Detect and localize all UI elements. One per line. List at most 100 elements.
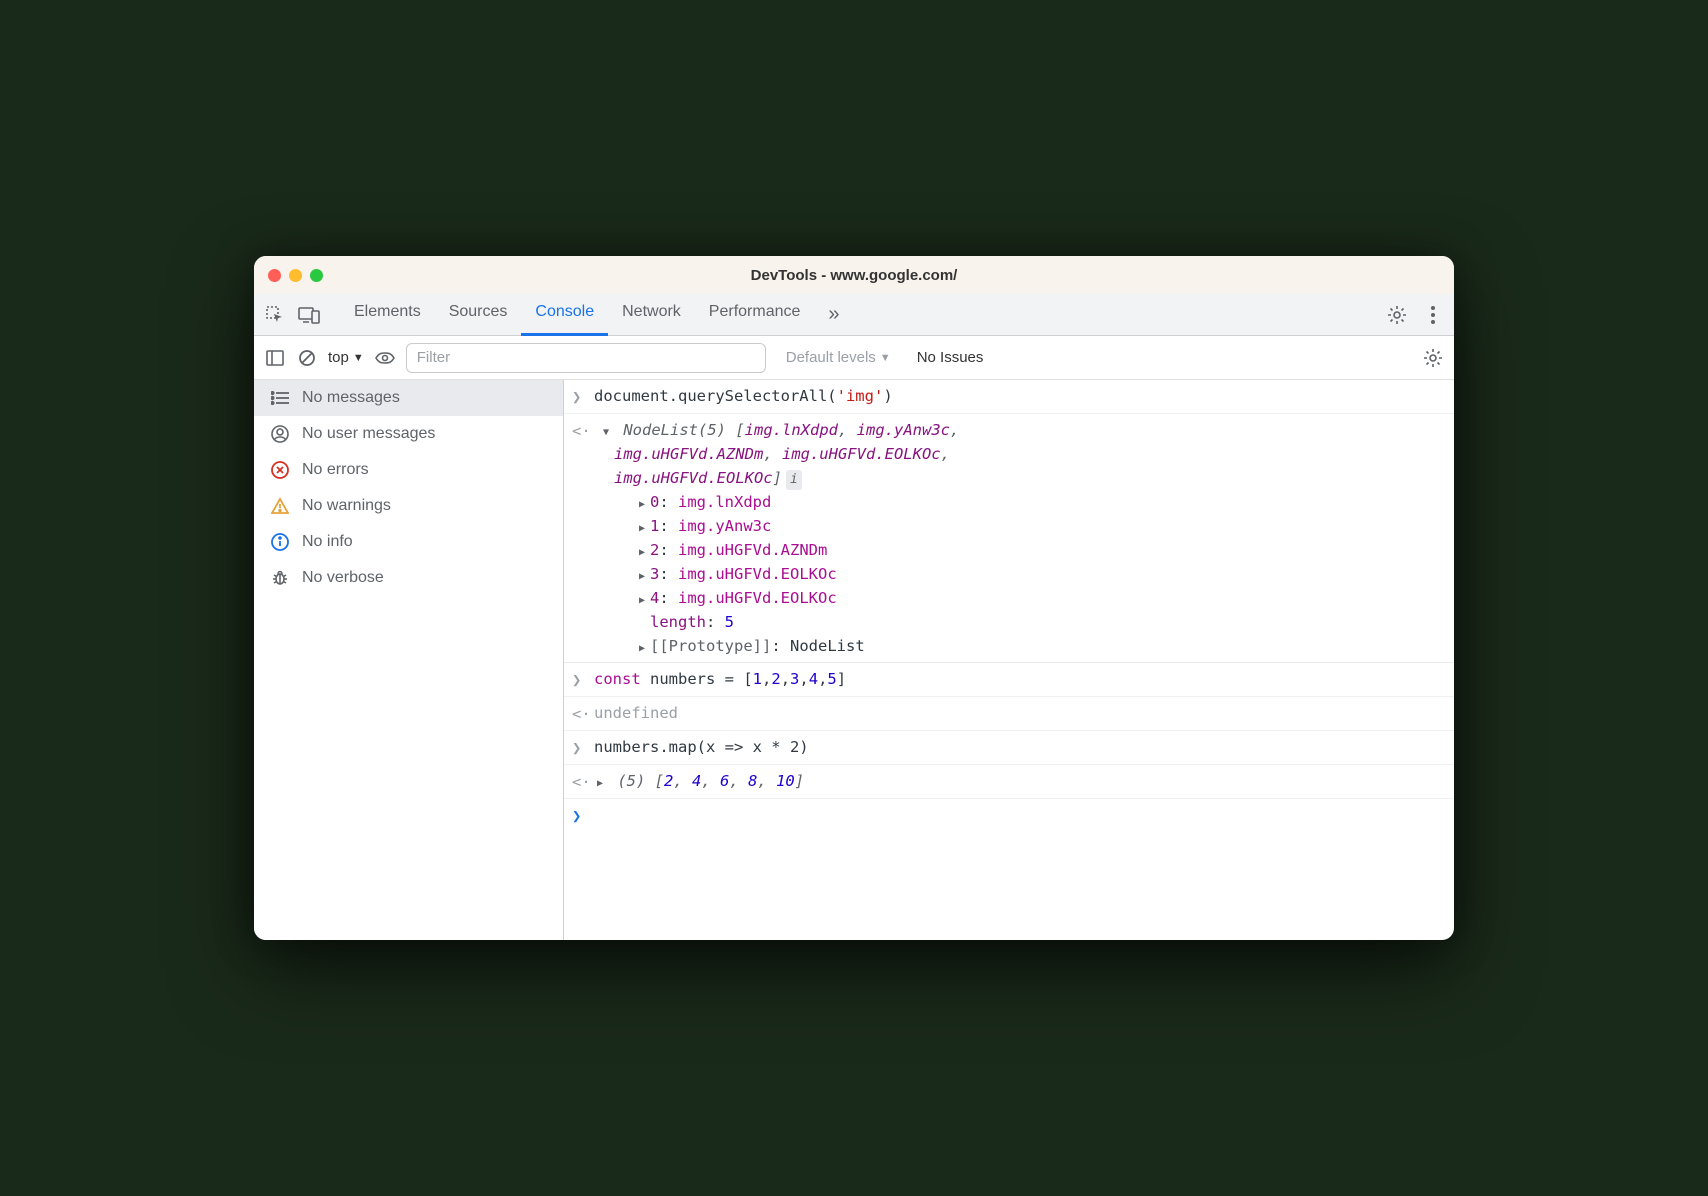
code-token: 2 (771, 670, 780, 688)
context-selector[interactable]: top ▼ (328, 349, 364, 366)
console-settings-icon[interactable] (1422, 347, 1444, 369)
panel-tabs: Elements Sources Console Network Perform… (340, 293, 854, 336)
code-token: 'img' (837, 387, 884, 405)
sidebar-user-messages[interactable]: No user messages (254, 416, 563, 452)
entry-index: 1 (650, 517, 659, 535)
more-tabs-button[interactable]: » (814, 293, 853, 336)
clear-console-icon[interactable] (296, 347, 318, 369)
nodelist-entry[interactable]: 2: img.uHGFVd.AZNDm (636, 538, 1454, 562)
nodelist-label: NodeList(5) (623, 421, 726, 439)
console-result-row[interactable]: <· NodeList(5) [img.lnXdpd, img.yAnw3c, … (564, 414, 1454, 663)
sidebar-warnings[interactable]: No warnings (254, 488, 563, 524)
sidebar-info[interactable]: No info (254, 524, 563, 560)
warning-icon (270, 496, 290, 516)
prompt-chevron-icon: ❯ (572, 803, 594, 828)
tab-sources[interactable]: Sources (435, 293, 522, 336)
user-icon (270, 424, 290, 444)
input-chevron-icon: ❯ (572, 384, 594, 409)
console-main: No messages No user messages No errors N… (254, 380, 1454, 940)
sidebar-messages[interactable]: No messages (254, 380, 563, 416)
bracket: [ (645, 772, 664, 790)
error-icon (270, 460, 290, 480)
tab-performance[interactable]: Performance (695, 293, 815, 336)
tab-elements[interactable]: Elements (340, 293, 435, 336)
expand-arrow-icon[interactable] (636, 490, 648, 514)
entry-value: img.lnXdpd (678, 493, 771, 511)
array-val: 2 (664, 772, 673, 790)
sidebar-label: No messages (302, 389, 400, 407)
expand-arrow-icon[interactable] (600, 418, 612, 442)
code-token: .querySelectorAll( (669, 387, 837, 405)
nodelist-entry[interactable]: 0: img.lnXdpd (636, 490, 1454, 514)
code-token: numbers (594, 738, 659, 756)
list-icon (270, 388, 290, 408)
entry-index: 0 (650, 493, 659, 511)
console-input-row[interactable]: ❯ numbers.map(x => x * 2) (564, 731, 1454, 765)
main-tabbar: Elements Sources Console Network Perform… (254, 294, 1454, 336)
tab-console[interactable]: Console (521, 293, 608, 336)
bug-icon (270, 568, 290, 588)
expand-arrow-icon[interactable] (594, 769, 606, 793)
entry-value: img.yAnw3c (678, 517, 771, 535)
sidebar-errors[interactable]: No errors (254, 452, 563, 488)
sidebar-label: No user messages (302, 425, 435, 443)
minimize-window-button[interactable] (289, 269, 302, 282)
console-output: ❯ document.querySelectorAll('img') <· No… (564, 380, 1454, 940)
inspect-element-icon[interactable] (264, 304, 286, 326)
window-title: DevTools - www.google.com/ (254, 267, 1454, 284)
nodelist-entry[interactable]: 4: img.uHGFVd.EOLKOc (636, 586, 1454, 610)
array-val: 4 (692, 772, 701, 790)
close-window-button[interactable] (268, 269, 281, 282)
entry-value: img.uHGFVd.EOLKOc (678, 589, 837, 607)
nodelist-entry[interactable]: 1: img.yAnw3c (636, 514, 1454, 538)
length-entry: length: 5 (636, 610, 1454, 634)
console-input-row[interactable]: ❯ document.querySelectorAll('img') (564, 380, 1454, 414)
nodelist-item: img.uHGFVd.AZNDm (614, 445, 763, 463)
entry-value: img.uHGFVd.EOLKOc (678, 565, 837, 583)
expand-arrow-icon[interactable] (636, 586, 648, 610)
array-val: 8 (748, 772, 757, 790)
undefined-result: undefined (594, 704, 678, 722)
proto-label: [[Prototype]] (650, 637, 771, 655)
console-result-row: <· undefined (564, 697, 1454, 731)
settings-icon[interactable] (1386, 304, 1408, 326)
expand-arrow-icon[interactable] (636, 634, 648, 658)
code-token: 4 (809, 670, 818, 688)
live-expression-icon[interactable] (374, 347, 396, 369)
bracket: ] (773, 469, 782, 487)
filter-input[interactable] (406, 343, 766, 373)
issues-counter[interactable]: No Issues (917, 349, 984, 366)
proto-value: NodeList (790, 637, 865, 655)
nodelist-item: img.lnXdpd (745, 421, 838, 439)
console-input-row[interactable]: ❯ const numbers = [1,2,3,4,5] (564, 663, 1454, 697)
expand-arrow-icon[interactable] (636, 562, 648, 586)
length-value: 5 (725, 613, 734, 631)
maximize-window-button[interactable] (310, 269, 323, 282)
code-token: = [ (725, 670, 753, 688)
expand-arrow-icon[interactable] (636, 514, 648, 538)
sidebar-verbose[interactable]: No verbose (254, 560, 563, 596)
output-chevron-icon: <· (572, 701, 594, 726)
array-val: 6 (720, 772, 729, 790)
device-toggle-icon[interactable] (298, 304, 320, 326)
chevron-down-icon: ▼ (353, 352, 364, 364)
entry-value: img.uHGFVd.AZNDm (678, 541, 827, 559)
tab-network[interactable]: Network (608, 293, 695, 336)
output-chevron-icon: <· (572, 418, 594, 490)
length-label: length (650, 613, 706, 631)
toggle-sidebar-icon[interactable] (264, 347, 286, 369)
expand-arrow-icon[interactable] (636, 538, 648, 562)
nodelist-entry[interactable]: 3: img.uHGFVd.EOLKOc (636, 562, 1454, 586)
console-result-row[interactable]: <· (5) [2, 4, 6, 8, 10] (564, 765, 1454, 799)
levels-label: Default levels (786, 349, 876, 366)
prototype-entry[interactable]: [[Prototype]]: NodeList (636, 634, 1454, 658)
sidebar-label: No warnings (302, 497, 391, 515)
log-levels-selector[interactable]: Default levels ▼ (786, 349, 891, 366)
devtools-window: DevTools - www.google.com/ Elements Sour… (254, 256, 1454, 940)
more-menu-icon[interactable] (1422, 304, 1444, 326)
array-count: (5) (617, 772, 645, 790)
code-token: numbers (641, 670, 725, 688)
info-badge[interactable]: i (786, 470, 802, 490)
console-prompt-row[interactable]: ❯ (564, 799, 1454, 832)
code-token: 5 (827, 670, 836, 688)
